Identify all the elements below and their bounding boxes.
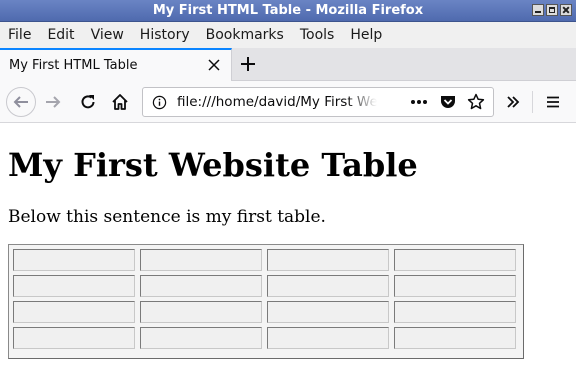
- url-bar[interactable]: file:///home/david/My First Website Tabl…: [142, 87, 494, 117]
- table-cell: [140, 275, 262, 297]
- new-tab-icon[interactable]: [238, 54, 258, 74]
- star-icon[interactable]: [467, 93, 485, 111]
- menu-help[interactable]: Help: [344, 27, 388, 43]
- table-cell: [267, 249, 389, 271]
- menu-bookmarks[interactable]: Bookmarks: [200, 27, 290, 43]
- table-cell: [267, 327, 389, 349]
- navigation-bar: file:///home/david/My First Website Tabl…: [0, 81, 576, 123]
- close-window-button[interactable]: [560, 4, 572, 16]
- table-grid: [8, 245, 521, 353]
- info-icon[interactable]: [152, 95, 167, 110]
- forward-button[interactable]: [40, 89, 66, 115]
- url-text[interactable]: file:///home/david/My First Website Tabl…: [177, 94, 377, 110]
- back-arrow-icon: [13, 96, 28, 108]
- table-cell: [394, 327, 516, 349]
- reload-icon: [81, 95, 95, 109]
- back-button[interactable]: [6, 87, 36, 117]
- table-cell: [394, 249, 516, 271]
- page-content: My First Website Table Below this senten…: [0, 124, 576, 366]
- table-cell: [13, 275, 135, 297]
- tab-my-first-html-table[interactable]: My First HTML Table: [0, 48, 232, 82]
- table-cell: [13, 327, 135, 349]
- page-heading: My First Website Table: [8, 146, 418, 184]
- table-cell: [267, 275, 389, 297]
- tab-label: My First HTML Table: [9, 58, 138, 73]
- menu-file[interactable]: File: [2, 27, 37, 43]
- page-paragraph: Below this sentence is my first table.: [8, 207, 326, 227]
- window-controls: [532, 4, 572, 16]
- maximize-button[interactable]: [546, 4, 558, 16]
- table-row: [13, 327, 516, 349]
- menu-view[interactable]: View: [85, 27, 130, 43]
- close-tab-icon[interactable]: [207, 58, 221, 72]
- pocket-icon[interactable]: [439, 94, 457, 111]
- table-cell: [267, 301, 389, 323]
- tab-strip: My First HTML Table: [0, 48, 576, 82]
- table-row: [13, 301, 516, 323]
- window-title: My First HTML Table - Mozilla Firefox: [152, 3, 424, 18]
- ellipsis-icon[interactable]: [410, 99, 428, 105]
- menu-tools[interactable]: Tools: [294, 27, 341, 43]
- reload-button[interactable]: [75, 89, 101, 115]
- table-row: [13, 275, 516, 297]
- table-cell: [140, 301, 262, 323]
- table-row: [13, 249, 516, 271]
- home-button[interactable]: [107, 89, 133, 115]
- forward-arrow-icon: [46, 96, 61, 108]
- home-icon: [112, 94, 128, 110]
- hamburger-menu-icon[interactable]: [545, 94, 561, 110]
- menu-history[interactable]: History: [134, 27, 196, 43]
- table-cell: [140, 249, 262, 271]
- table-cell: [394, 301, 516, 323]
- chevron-double-right-icon[interactable]: [505, 94, 521, 110]
- html-table: [8, 244, 524, 359]
- window-titlebar: My First HTML Table - Mozilla Firefox: [0, 0, 576, 22]
- minimize-button[interactable]: [532, 4, 544, 16]
- toolbar-separator: [532, 91, 533, 113]
- table-cell: [13, 249, 135, 271]
- menu-edit[interactable]: Edit: [41, 27, 80, 43]
- menu-bar: File Edit View History Bookmarks Tools H…: [0, 22, 576, 48]
- table-cell: [13, 301, 135, 323]
- table-cell: [140, 327, 262, 349]
- table-cell: [394, 275, 516, 297]
